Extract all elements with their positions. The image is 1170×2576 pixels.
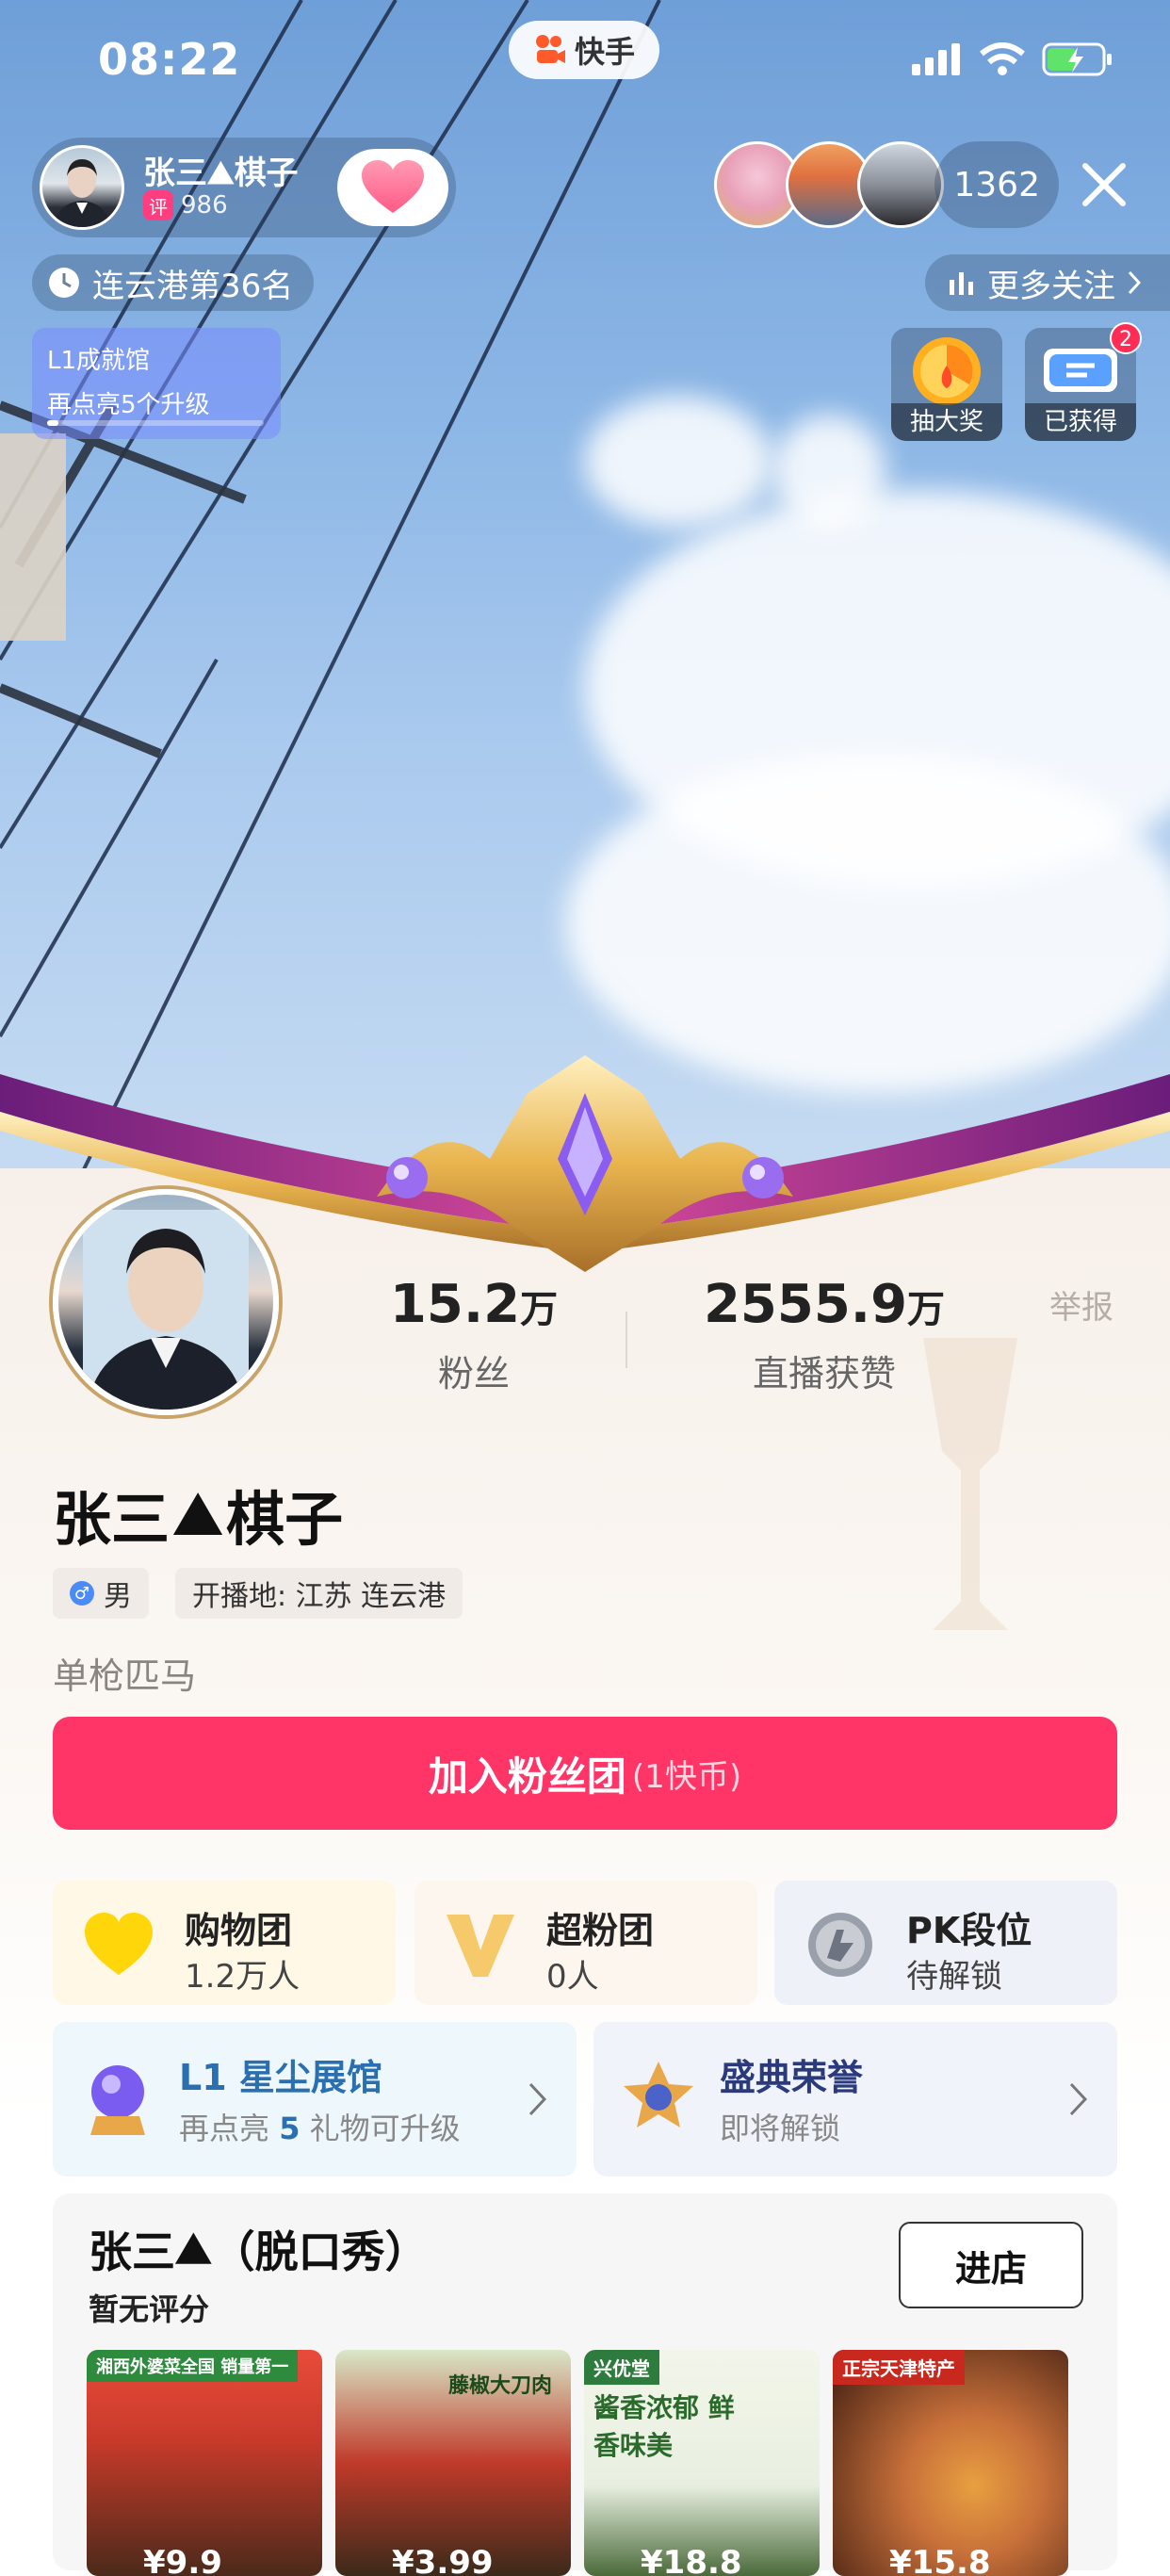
shop-rating: 暂无评分 — [89, 2291, 210, 2327]
shopping-group-title: 购物团 — [185, 1910, 293, 1951]
chevron-right-icon — [528, 2082, 547, 2116]
notification-badge: 2 — [1110, 322, 1142, 354]
more-follow-pill[interactable]: 更多关注 — [925, 254, 1170, 311]
product-card[interactable]: 兴优堂 酱香浓郁 鲜香味美 ¥18.8 — [584, 2350, 820, 2576]
gender-tag: ♂ 男 — [53, 1568, 149, 1619]
join-fan-club-price: (1快币) — [631, 1757, 742, 1796]
obtained-label: 已获得 — [1025, 403, 1136, 441]
product-banner: 酱香浓郁 鲜香味美 — [593, 2392, 735, 2461]
location-tag: 开播地: 江苏 连云港 — [175, 1568, 463, 1619]
product-price: ¥3.99 — [392, 2544, 494, 2576]
mountain-emoji-icon: ⛰ — [173, 1479, 223, 1548]
stardust-gallery-sub: 再点亮 5 礼物可升级 — [179, 2111, 461, 2146]
mountain-emoji-icon: ⛰ — [175, 2223, 212, 2274]
enter-shop-button[interactable]: 进店 — [899, 2222, 1083, 2308]
stat-divider — [626, 1312, 627, 1368]
stardust-gallery-card[interactable]: L1 星尘展馆 再点亮 5 礼物可升级 — [53, 2022, 577, 2177]
pk-rank-card[interactable]: PK段位 待解锁 — [774, 1881, 1117, 2005]
host-info-bar[interactable]: 张三⛰棋子 评 986 — [32, 138, 456, 237]
stardust-gallery-title: L1 星尘展馆 — [179, 2057, 382, 2098]
lottery-wheel-icon — [913, 337, 981, 405]
status-time: 08:22 — [98, 34, 241, 85]
product-card[interactable]: 湘西外婆菜全国 销量第一 ¥9.9 — [87, 2350, 322, 2576]
viewer-count[interactable]: 1362 — [934, 141, 1059, 228]
product-price: ¥9.9 — [143, 2544, 222, 2576]
profile-name: 张三 ⛰ 棋子 — [53, 1479, 344, 1554]
lottery-pendant[interactable]: 抽大奖 — [891, 328, 1002, 441]
super-fan-title: 超粉团 — [546, 1910, 655, 1951]
product-card[interactable]: 正宗天津特产 ¥15.8 — [833, 2350, 1068, 2576]
yellow-heart-icon — [85, 1913, 153, 1975]
host-name: 张三⛰棋子 — [143, 155, 299, 192]
profile-bio: 单枪匹马 — [53, 1655, 197, 1697]
product-price: ¥15.8 — [889, 2544, 991, 2576]
level-title: L1成就馆 — [47, 347, 151, 375]
super-fan-count: 0人 — [546, 1958, 599, 1996]
bar-chart-icon — [950, 272, 973, 295]
clock-icon — [49, 268, 79, 298]
product-banner: 藤椒大刀肉 — [448, 2374, 553, 2398]
pk-rank-title: PK段位 — [906, 1910, 1032, 1951]
v-badge-icon — [447, 1915, 514, 1977]
trophy-watermark — [923, 1338, 1017, 1630]
product-tag: 兴优堂 — [584, 2350, 659, 2385]
product-price: ¥18.8 — [641, 2544, 742, 2576]
product-card[interactable]: 藤椒大刀肉 ¥3.99 — [335, 2350, 571, 2576]
city-rank-text: 连云港第36名 — [92, 267, 294, 305]
lottery-label: 抽大奖 — [891, 403, 1002, 441]
follow-button[interactable] — [337, 149, 448, 226]
likes-value: 2555.9 — [703, 1274, 908, 1335]
level-progress-bar — [47, 420, 264, 426]
app-name: 快手 — [574, 34, 635, 70]
app-back-pill[interactable]: 快手 — [509, 21, 659, 79]
heart-icon — [362, 160, 424, 213]
kuaishou-logo-icon — [533, 33, 567, 67]
score-badge: 评 — [143, 190, 173, 220]
more-follow-label: 更多关注 — [987, 267, 1115, 305]
honor-medal-icon — [624, 2062, 693, 2128]
shopping-group-count: 1.2万人 — [185, 1958, 301, 1996]
score-value: 986 — [181, 191, 228, 220]
chevron-right-icon — [1069, 2082, 1088, 2116]
pk-rank-status: 待解锁 — [906, 1958, 1002, 1996]
product-tag: 湘西外婆菜全国 销量第一 — [87, 2350, 299, 2382]
gala-honor-title: 盛典荣誉 — [720, 2057, 864, 2098]
fans-label: 粉丝 — [437, 1353, 510, 1394]
gala-honor-sub: 即将解锁 — [720, 2111, 841, 2146]
status-icons — [912, 41, 1113, 77]
achievement-level-card[interactable]: L1成就馆 再点亮5个升级 — [32, 328, 281, 439]
male-icon: ♂ — [70, 1581, 94, 1606]
fans-value: 15.2 — [389, 1274, 521, 1335]
pk-medal-icon — [808, 1913, 872, 1977]
close-icon — [1082, 163, 1126, 206]
host-avatar[interactable] — [40, 145, 124, 230]
city-rank-pill[interactable]: 连云港第36名 — [32, 254, 315, 311]
online-viewers[interactable]: 1362 — [714, 141, 1059, 228]
obtained-pendant[interactable]: 2 已获得 — [1025, 322, 1142, 441]
shop-title: 张三 ⛰ （脱口秀） — [89, 2223, 429, 2277]
signal-icon — [912, 43, 960, 75]
super-fan-group-card[interactable]: 超粉团 0人 — [414, 1881, 757, 2005]
product-tag: 正宗天津特产 — [833, 2350, 965, 2385]
chevron-right-icon — [1128, 270, 1142, 295]
level-subtitle: 再点亮5个升级 — [47, 391, 210, 419]
crystal-ball-icon — [90, 2065, 145, 2135]
fans-unit: 万 — [520, 1288, 559, 1331]
wifi-icon — [980, 42, 1025, 75]
profile-avatar[interactable] — [53, 1189, 279, 1415]
shopping-group-card[interactable]: 购物团 1.2万人 — [53, 1881, 396, 2005]
host-score: 评 986 — [143, 190, 228, 220]
gala-honor-card[interactable]: 盛典荣誉 即将解锁 — [593, 2022, 1117, 2177]
viewer-avatar[interactable] — [857, 141, 945, 228]
join-fan-club-button[interactable]: 加入粉丝团 (1快币) — [53, 1717, 1117, 1830]
level-progress-fill — [47, 420, 58, 426]
mountain-emoji-icon: ⛰ — [207, 155, 235, 192]
join-fan-club-label: 加入粉丝团 — [428, 1753, 626, 1800]
shop-card[interactable]: 张三 ⛰ （脱口秀） 暂无评分 进店 湘西外婆菜全国 销量第一 ¥9.9 藤椒大刀肉… — [53, 2193, 1117, 2576]
close-button[interactable] — [1078, 158, 1130, 211]
report-link[interactable]: 举报 — [1049, 1281, 1113, 1328]
fans-stat[interactable]: 15.2万 粉丝 — [384, 1274, 563, 1396]
battery-icon — [1042, 42, 1112, 76]
